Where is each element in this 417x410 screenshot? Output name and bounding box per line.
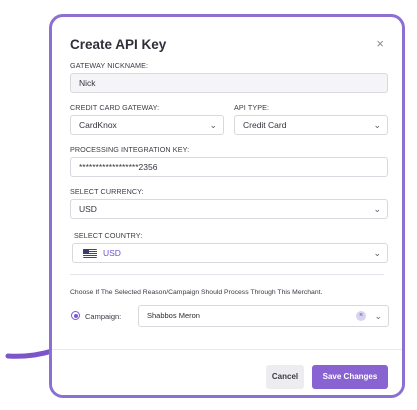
campaign-select[interactable]: Shabbos Meron × ⌄ — [138, 305, 389, 327]
country-select[interactable]: USD ⌄ — [72, 243, 388, 263]
chevron-down-icon: ⌄ — [373, 120, 381, 130]
currency-select[interactable]: USD ⌄ — [70, 199, 388, 219]
chevron-down-icon: ⌄ — [374, 311, 382, 321]
create-api-key-modal: Create API Key × GATEWAY NICKNAME: Nick … — [49, 14, 405, 398]
chevron-down-icon: ⌄ — [209, 120, 217, 130]
chevron-down-icon: ⌄ — [373, 204, 381, 214]
currency-value: USD — [79, 204, 97, 214]
country-label: SELECT COUNTRY: — [74, 231, 143, 240]
us-flag-icon — [83, 249, 97, 258]
nickname-value: Nick — [79, 78, 96, 88]
integration-key-label: PROCESSING INTEGRATION KEY: — [70, 145, 190, 154]
clear-icon[interactable]: × — [356, 311, 366, 321]
close-icon[interactable]: × — [376, 37, 384, 51]
gateway-label: CREDIT CARD GATEWAY: — [70, 103, 160, 112]
save-changes-button[interactable]: Save Changes — [312, 365, 388, 389]
campaign-radio-label: Campaign: — [85, 312, 122, 321]
campaign-value: Shabbos Meron — [147, 311, 200, 320]
integration-key-value: ******************2356 — [79, 162, 158, 172]
api-type-value: Credit Card — [243, 120, 287, 130]
campaign-radio[interactable] — [71, 311, 80, 320]
gateway-value: CardKnox — [79, 120, 117, 130]
api-type-label: API TYPE: — [234, 103, 270, 112]
nickname-label: GATEWAY NICKNAME: — [70, 61, 149, 70]
country-value: USD — [103, 248, 121, 258]
nickname-input[interactable]: Nick — [70, 73, 388, 93]
cancel-button[interactable]: Cancel — [266, 365, 304, 389]
chevron-down-icon: ⌄ — [373, 248, 381, 258]
modal-title: Create API Key — [70, 37, 167, 52]
gateway-select[interactable]: CardKnox ⌄ — [70, 115, 224, 135]
api-type-select[interactable]: Credit Card ⌄ — [234, 115, 388, 135]
currency-label: SELECT CURRENCY: — [70, 187, 144, 196]
integration-key-input[interactable]: ******************2356 — [70, 157, 388, 177]
process-note: Choose If The Selected Reason/Campaign S… — [70, 289, 323, 296]
section-divider — [70, 274, 384, 275]
